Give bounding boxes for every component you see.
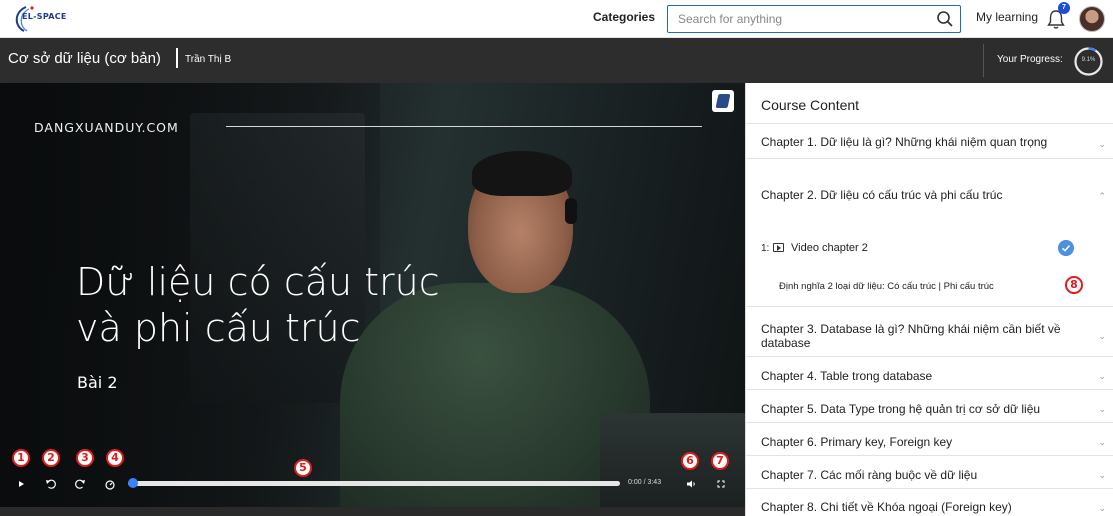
presenter-hair [472, 151, 572, 196]
check-icon [1058, 240, 1074, 256]
chapter-label: Chapter 4. Table trong database [761, 369, 933, 383]
marker-6: 6 [681, 452, 699, 470]
chapter-label: Chapter 6. Primary key, Foreign key [761, 435, 953, 449]
volume-icon[interactable] [684, 477, 698, 491]
video-icon [773, 243, 784, 252]
marker-7: 7 [711, 452, 729, 470]
fullscreen-icon[interactable] [714, 477, 728, 491]
slide-rule [226, 126, 702, 127]
chevron-down-icon: ⌄ [1098, 331, 1106, 341]
chevron-down-icon: ⌄ [1098, 371, 1106, 381]
video-player[interactable]: DANGXUANDUY.COM Dữ liệu có cấu trúc và p… [0, 83, 745, 516]
progress-divider [983, 44, 984, 77]
marker-8: 8 [1065, 276, 1083, 294]
chapter-label: Chapter 3. Database là gì? Những khái ni… [761, 322, 1061, 350]
marker-5: 5 [294, 459, 312, 477]
progress-value: 9.1% [1081, 57, 1096, 63]
course-title: Cơ sở dữ liệu (cơ bản) [8, 50, 161, 67]
chevron-down-icon: ⌄ [1098, 404, 1106, 414]
chapter-3[interactable]: Chapter 3. Database là gì? Những khái ni… [746, 306, 1113, 356]
headset [565, 198, 577, 224]
speed-icon[interactable] [103, 477, 117, 491]
chapter-5[interactable]: Chapter 5. Data Type trong hệ quản trị c… [746, 389, 1113, 422]
chevron-up-icon: ⌃ [1098, 191, 1106, 201]
search-input[interactable] [668, 6, 928, 32]
chapter-4[interactable]: Chapter 4. Table trong database ⌄ [746, 356, 1113, 389]
chapter-1[interactable]: Chapter 1. Dữ liệu là gì? Những khái niệ… [746, 123, 1113, 158]
video-bottom-strip [0, 507, 745, 516]
slide-subtitle: Bài 2 [77, 373, 118, 392]
lesson-description: Định nghĩa 2 loại dữ liệu: Có cấu trúc |… [779, 281, 994, 292]
progress-label: Your Progress: [997, 54, 1063, 65]
chapter-label: Chapter 7. Các mối ràng buộc về dữ liệu [761, 468, 978, 482]
my-learning-link[interactable]: My learning [976, 10, 1038, 24]
course-content-sidebar: Course Content Chapter 1. Dữ liệu là gì?… [745, 83, 1113, 516]
course-header: Cơ sở dữ liệu (cơ bản) Trần Thị B Your P… [0, 38, 1113, 83]
slide-title-line2: và phi cấu trúc [76, 306, 361, 350]
chevron-down-icon: ⌄ [1098, 470, 1106, 480]
marker-3: 3 [76, 449, 94, 467]
chapter-6[interactable]: Chapter 6. Primary key, Foreign key ⌄ [746, 422, 1113, 455]
chapter-label: Chapter 2. Dữ liệu có cấu trúc và phi cấ… [761, 188, 1003, 202]
time-display: 0:00 / 3:43 [628, 479, 662, 486]
categories-link[interactable]: Categories [593, 10, 655, 24]
notification-badge: 7 [1058, 2, 1070, 14]
chapter-8[interactable]: Chapter 8. Chi tiết về Khóa ngoại (Forei… [746, 488, 1113, 516]
chapter-7[interactable]: Chapter 7. Các mối ràng buộc về dữ liệu … [746, 455, 1113, 488]
search-box [667, 5, 961, 33]
avatar[interactable] [1079, 6, 1105, 32]
marker-4: 4 [106, 449, 124, 467]
lesson-number: 1: [761, 243, 770, 254]
lesson-title[interactable]: Video chapter 2 [791, 242, 868, 254]
slide-title-line1: Dữ liệu có cấu trúc [76, 260, 440, 304]
timeline-knob[interactable] [128, 478, 138, 488]
play-icon[interactable] [14, 477, 28, 491]
forward-icon[interactable] [73, 477, 87, 491]
search-icon[interactable] [936, 10, 954, 28]
slide-title: Dữ liệu có cấu trúc và phi cấu trúc [76, 259, 536, 351]
marker-2: 2 [42, 449, 60, 467]
chevron-down-icon: ⌄ [1098, 437, 1106, 447]
top-navbar: EL-SPACE Categories My learning 7 [0, 0, 1113, 38]
logo-text: EL-SPACE [22, 12, 67, 21]
chapter-label: Chapter 1. Dữ liệu là gì? Những khái niệ… [761, 135, 1048, 149]
video-brand: DANGXUANDUY.COM [34, 120, 179, 135]
chevron-down-icon: ⌄ [1098, 139, 1106, 149]
title-separator [176, 48, 178, 68]
course-content-header: Course Content [761, 97, 860, 113]
chevron-down-icon: ⌄ [1098, 503, 1106, 513]
marker-1: 1 [12, 449, 30, 467]
chapter-label: Chapter 8. Chi tiết về Khóa ngoại (Forei… [761, 500, 1012, 514]
rewind-icon[interactable] [44, 477, 58, 491]
timeline-track[interactable] [128, 481, 620, 486]
chapter-label: Chapter 5. Data Type trong hệ quản trị c… [761, 402, 1041, 416]
course-author: Trần Thị B [185, 54, 232, 65]
